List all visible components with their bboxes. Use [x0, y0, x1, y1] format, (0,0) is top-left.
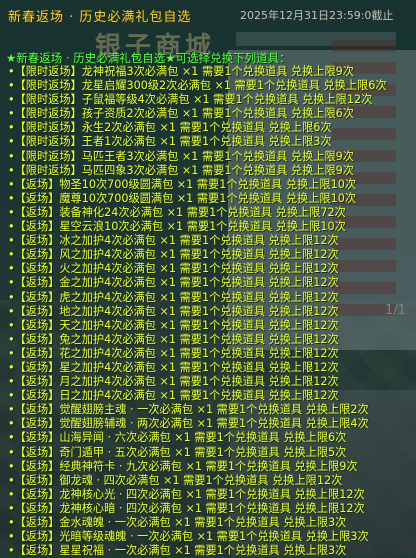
- exchange-item-row[interactable]: •【返场】星之加护4次必满包 ×1 需要1个兑换道具 兑换上限12次: [0, 361, 416, 375]
- exchange-item-row[interactable]: •【返场】日之加护4次必满包 ×1 需要1个兑换道具 兑换上限12次: [0, 389, 416, 403]
- exchange-item-row[interactable]: •【返场】山海异闻 · 六次必满包 ×1 需要1个兑换道具 兑换上限6次: [0, 431, 416, 445]
- deadline-text: 2025年12月31日23:59:0截止: [240, 9, 394, 22]
- exchange-item-row[interactable]: •【返场】冰之加护4次必满包 ×1 需要1个兑换道具 兑换上限12次: [0, 234, 416, 248]
- exchange-item-row[interactable]: •【返场】金水魂魄 · 一次必满包 ×1 需要1个兑换道具 兑换上限3次: [0, 516, 416, 530]
- exchange-item-list: •【限时返场】龙神祝福3次必满包 ×1 需要1个兑换道具 兑换上限9次 •【限时返…: [0, 65, 416, 558]
- exchange-item-row[interactable]: •【返场】龙神核心光 · 四次必满包 ×1 需要1个兑换道具 兑换上限12次: [0, 488, 416, 502]
- exchange-item-row[interactable]: •【返场】虎之加护4次必满包 ×1 需要1个兑换道具 兑换上限12次: [0, 291, 416, 305]
- exchange-item-row[interactable]: •【返场】花之加护4次必满包 ×1 需要1个兑换道具 兑换上限12次: [0, 347, 416, 361]
- exchange-item-row[interactable]: •【限时返场】子鼠福等级4次必满包 ×1 需要1个兑换道具 兑换上限12次: [0, 93, 416, 107]
- exchange-item-row[interactable]: •【返场】月之加护4次必满包 ×1 需要1个兑换道具 兑换上限12次: [0, 375, 416, 389]
- exchange-item-row[interactable]: •【返场】觉醒翅膀辅魂 · 两次必满包 ×1 需要1个兑换道具 兑换上限4次: [0, 417, 416, 431]
- exchange-item-row[interactable]: •【返场】星空云浪10次必满包 ×1 需要1个兑换道具 兑换上限10次: [0, 220, 416, 234]
- exchange-item-row[interactable]: •【返场】魔尊10次700级圆满包 ×1 需要1个兑换道具 兑换上限10次: [0, 192, 416, 206]
- exchange-item-row[interactable]: •【限时返场】马匹王者3次必满包 ×1 需要1个兑换道具 兑换上限9次: [0, 150, 416, 164]
- exchange-item-row[interactable]: •【返场】觉醒翅膀主魂 · 一次必满包 ×1 需要1个兑换道具 兑换上限2次: [0, 403, 416, 417]
- exchange-item-row[interactable]: •【限时返场】龙神祝福3次必满包 ×1 需要1个兑换道具 兑换上限9次: [0, 65, 416, 79]
- exchange-item-row[interactable]: •【返场】奇门遁甲 · 五次必满包 ×1 需要1个兑换道具 兑换上限5次: [0, 446, 416, 460]
- exchange-item-row[interactable]: •【返场】物圣10次700级圆满包 ×1 需要1个兑换道具 兑换上限10次: [0, 178, 416, 192]
- exchange-item-row[interactable]: •【限时返场】马匹四象3次必满包 ×1 需要1个兑换道具 兑换上限9次: [0, 164, 416, 178]
- page-title: 新春返场 · 历史必满礼包自选: [8, 10, 192, 25]
- exchange-item-row[interactable]: •【限时返场】永生2次必满包 ×1 需要1个兑换道具 兑换上限6次: [0, 121, 416, 135]
- exchange-item-row[interactable]: •【限时返场】王者1次必满包 ×1 需要1个兑换道具 兑换上限3次: [0, 135, 416, 149]
- exchange-item-row[interactable]: •【返场】风之加护4次必满包 ×1 需要1个兑换道具 兑换上限12次: [0, 248, 416, 262]
- exchange-item-row[interactable]: •【限时返场】孩子资质2次必满包 ×1 需要1个兑换道具 兑换上限6次: [0, 107, 416, 121]
- exchange-item-row[interactable]: •【返场】光暗等级魂魄 · 一次必满包 ×1 需要1个兑换道具 兑换上限3次: [0, 530, 416, 544]
- exchange-item-row[interactable]: •【返场】御龙魂 · 四次必满包 ×1 需要1个兑换道具 兑换上限12次: [0, 474, 416, 488]
- exchange-item-row[interactable]: •【返场】兔之加护4次必满包 ×1 需要1个兑换道具 兑换上限12次: [0, 333, 416, 347]
- exchange-item-row[interactable]: •【返场】龙神核心暗 · 四次必满包 ×1 需要1个兑换道具 兑换上限12次: [0, 502, 416, 516]
- exchange-item-row[interactable]: •【返场】经典神符卡 · 九次必满包 ×1 需要1个兑换道具 兑换上限9次: [0, 460, 416, 474]
- exchange-item-row[interactable]: •【返场】金之加护4次必满包 ×1 需要1个兑换道具 兑换上限12次: [0, 276, 416, 290]
- exchange-item-row[interactable]: •【返场】天之加护4次必满包 ×1 需要1个兑换道具 兑换上限12次: [0, 319, 416, 333]
- exchange-hint: ★新春返场 · 历史必满礼包自选★可选择兑换下列道具：: [6, 51, 291, 65]
- exchange-item-row[interactable]: •【返场】火之加护4次必满包 ×1 需要1个兑换道具 兑换上限12次: [0, 262, 416, 276]
- message-header: 新春返场 · 历史必满礼包自选 2025年12月31日23:59:0截止: [0, 0, 416, 28]
- exchange-item-row[interactable]: •【返场】装备神化24次必满包 ×1 需要1个兑换道具 兑换上限72次: [0, 206, 416, 220]
- exchange-item-row[interactable]: •【限时返场】龙星启耀300级2次必满包 ×1 需要1个兑换道具 兑换上限6次: [0, 79, 416, 93]
- exchange-item-row[interactable]: •【返场】星星祝福 · 一次必满包 ×1 需要1个兑换道具 兑换上限3次: [0, 544, 416, 558]
- exchange-item-row[interactable]: •【返场】地之加护4次必满包 ×1 需要1个兑换道具 兑换上限12次: [0, 305, 416, 319]
